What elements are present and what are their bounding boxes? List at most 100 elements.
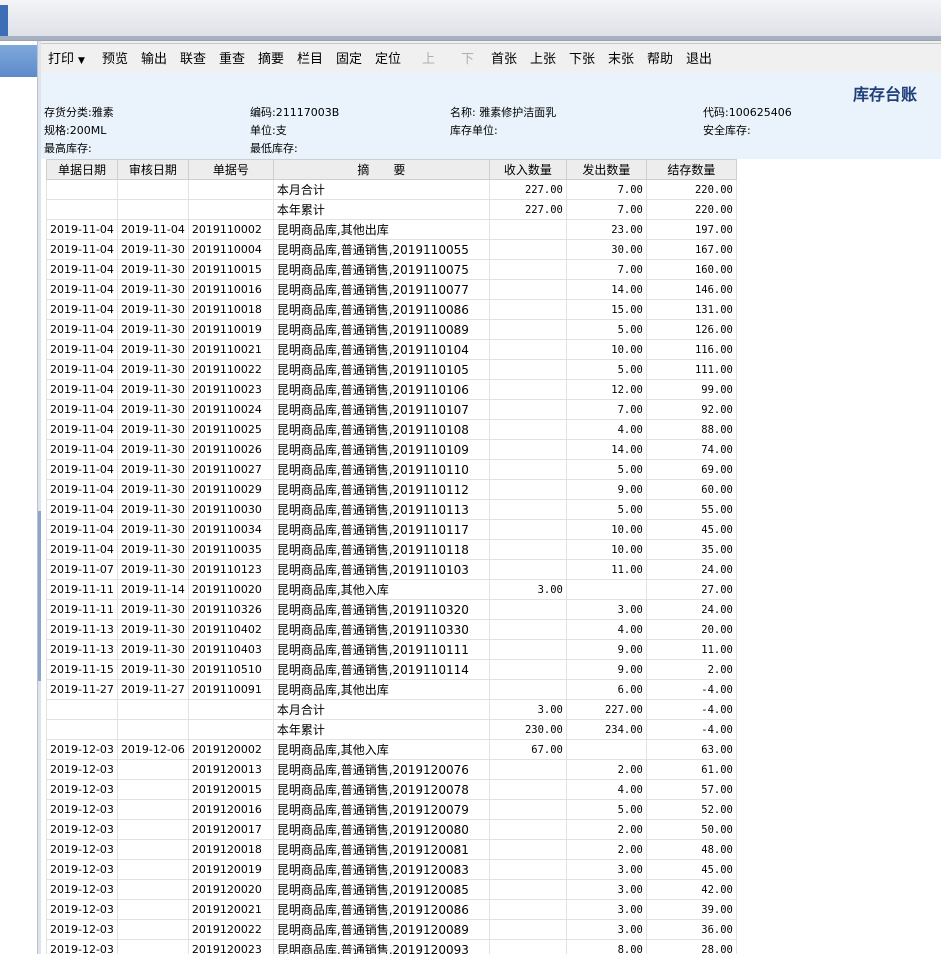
doc-number-cell: 2019120016: [187, 799, 274, 820]
window-titlebar: [0, 0, 941, 41]
balance-qty-cell: 11.00: [645, 639, 737, 660]
column-header-summary[interactable]: 摘 要: [272, 159, 490, 180]
audit-date-cell: 2019-11-30: [116, 279, 189, 300]
table-row[interactable]: 2019-11-13 2019-11-30 2019110402 昆明商品库,普通销售…: [46, 619, 737, 640]
table-row[interactable]: 2019-12-03 2019120020 昆明商品库,普通销售,201912008…: [46, 879, 737, 900]
table-row[interactable]: 2019-11-15 2019-11-30 2019110510 昆明商品库,普通销售…: [46, 659, 737, 680]
doc-date-cell: 2019-12-03: [46, 859, 118, 880]
export-button[interactable]: 输出: [138, 50, 170, 70]
column-header-issued-qty[interactable]: 发出数量: [565, 159, 647, 180]
locate-button[interactable]: 定位: [372, 50, 404, 70]
table-row[interactable]: 2019-11-04 2019-11-30 2019110027 昆明商品库,普通销售…: [46, 459, 737, 480]
table-row[interactable]: 2019-11-04 2019-11-30 2019110030 昆明商品库,普通销售…: [46, 499, 737, 520]
table-row[interactable]: 2019-11-04 2019-11-30 2019110023 昆明商品库,普通销售…: [46, 379, 737, 400]
issued-qty-cell: 9.00: [565, 659, 647, 680]
received-qty-cell: [488, 219, 567, 240]
received-qty-cell: [488, 859, 567, 880]
balance-qty-cell: 167.00: [645, 239, 737, 260]
doc-date-cell: 2019-11-13: [46, 619, 118, 640]
audit-date-cell: 2019-11-27: [116, 679, 189, 700]
table-row[interactable]: 2019-11-13 2019-11-30 2019110403 昆明商品库,普通销售…: [46, 639, 737, 660]
issued-qty-cell: 30.00: [565, 239, 647, 260]
table-row[interactable]: 2019-11-04 2019-11-30 2019110026 昆明商品库,普通销售…: [46, 439, 737, 460]
table-row[interactable]: 2019-12-03 2019120021 昆明商品库,普通销售,201912008…: [46, 899, 737, 920]
table-row[interactable]: 本月合计 227.00 7.00 220.00: [46, 179, 737, 200]
table-row[interactable]: 2019-12-03 2019120017 昆明商品库,普通销售,201912008…: [46, 819, 737, 840]
issued-qty-cell: 11.00: [565, 559, 647, 580]
column-header-balance-qty[interactable]: 结存数量: [645, 159, 737, 180]
summary-button[interactable]: 摘要: [255, 50, 287, 70]
table-row[interactable]: 2019-11-04 2019-11-30 2019110016 昆明商品库,普通销售…: [46, 279, 737, 300]
summary-cell: 昆明商品库,普通销售,2019110055: [272, 239, 490, 260]
app-menu-tab[interactable]: [0, 5, 8, 37]
ledger-grid[interactable]: 单据日期 审核日期 单据号 摘 要 收入数量 发出数量 结存数量 本月合计 227…: [46, 159, 941, 954]
link-query-button[interactable]: 联查: [177, 50, 209, 70]
summary-cell: 昆明商品库,普通销售,2019120093: [272, 939, 490, 954]
column-header-doc-date[interactable]: 单据日期: [46, 159, 118, 180]
table-row[interactable]: 2019-11-04 2019-11-30 2019110025 昆明商品库,普通销售…: [46, 419, 737, 440]
table-row[interactable]: 2019-12-03 2019120015 昆明商品库,普通销售,201912007…: [46, 779, 737, 800]
issued-qty-cell: 9.00: [565, 479, 647, 500]
summary-cell: 本月合计: [272, 699, 490, 720]
table-row[interactable]: 2019-11-07 2019-11-30 2019110123 昆明商品库,普通销售…: [46, 559, 737, 580]
prev-page-button[interactable]: 上张: [527, 50, 559, 70]
table-row[interactable]: 2019-11-04 2019-11-30 2019110004 昆明商品库,普通销售…: [46, 239, 737, 260]
column-header-doc-number[interactable]: 单据号: [187, 159, 274, 180]
table-row[interactable]: 2019-11-04 2019-11-30 2019110018 昆明商品库,普通销售…: [46, 299, 737, 320]
table-row[interactable]: 2019-11-04 2019-11-30 2019110021 昆明商品库,普通销售…: [46, 339, 737, 360]
last-page-button[interactable]: 末张: [605, 50, 637, 70]
table-row[interactable]: 2019-11-04 2019-11-30 2019110015 昆明商品库,普通销售…: [46, 259, 737, 280]
next-page-button[interactable]: 下张: [566, 50, 598, 70]
balance-qty-cell: 61.00: [645, 759, 737, 780]
navigation-panel-header[interactable]: [0, 45, 37, 77]
next-button[interactable]: 下: [458, 50, 477, 70]
previous-button[interactable]: 上: [419, 50, 438, 70]
exit-button[interactable]: 退出: [683, 50, 715, 70]
table-row[interactable]: 本年累计 227.00 7.00 220.00: [46, 199, 737, 220]
table-row[interactable]: 本月合计 3.00 227.00 -4.00: [46, 699, 737, 720]
preview-button[interactable]: 预览: [99, 50, 131, 70]
received-qty-cell: [488, 539, 567, 560]
table-row[interactable]: 2019-11-04 2019-11-30 2019110019 昆明商品库,普通销售…: [46, 319, 737, 340]
summary-cell: 昆明商品库,普通销售,2019110114: [272, 659, 490, 680]
table-row[interactable]: 2019-12-03 2019120019 昆明商品库,普通销售,201912008…: [46, 859, 737, 880]
table-row[interactable]: 2019-11-11 2019-11-30 2019110326 昆明商品库,普通销售…: [46, 599, 737, 620]
doc-date-cell: [46, 199, 118, 220]
requery-button[interactable]: 重查: [216, 50, 248, 70]
table-row[interactable]: 2019-11-04 2019-11-30 2019110029 昆明商品库,普通销售…: [46, 479, 737, 500]
table-row[interactable]: 2019-11-04 2019-11-30 2019110034 昆明商品库,普通销售…: [46, 519, 737, 540]
table-row[interactable]: 2019-12-03 2019120018 昆明商品库,普通销售,201912008…: [46, 839, 737, 860]
freeze-button[interactable]: 固定: [333, 50, 365, 70]
print-button[interactable]: 打印 ▼: [45, 50, 88, 70]
table-body: 本月合计 227.00 7.00 220.00 本年累计 227.00 7.00 220.00…: [46, 179, 737, 954]
balance-qty-cell: 146.00: [645, 279, 737, 300]
table-row[interactable]: 2019-11-04 2019-11-04 2019110002 昆明商品库,其他出库…: [46, 219, 737, 240]
ledger-table: 单据日期 审核日期 单据号 摘 要 收入数量 发出数量 结存数量 本月合计 227…: [46, 159, 737, 954]
table-row[interactable]: 2019-11-04 2019-11-30 2019110024 昆明商品库,普通销售…: [46, 399, 737, 420]
table-row[interactable]: 2019-12-03 2019120023 昆明商品库,普通销售,201912009…: [46, 939, 737, 954]
column-header-received-qty[interactable]: 收入数量: [488, 159, 567, 180]
doc-date-cell: 2019-11-04: [46, 519, 118, 540]
column-header-audit-date[interactable]: 审核日期: [116, 159, 189, 180]
table-row[interactable]: 本年累计 230.00 234.00 -4.00: [46, 719, 737, 740]
table-row[interactable]: 2019-12-03 2019120013 昆明商品库,普通销售,201912007…: [46, 759, 737, 780]
table-row[interactable]: 2019-11-11 2019-11-14 2019110020 昆明商品库,其他入库…: [46, 579, 737, 600]
table-row[interactable]: 2019-11-27 2019-11-27 2019110091 昆明商品库,其他出库…: [46, 679, 737, 700]
columns-button[interactable]: 栏目: [294, 50, 326, 70]
table-row[interactable]: 2019-11-04 2019-11-30 2019110022 昆明商品库,普通销售…: [46, 359, 737, 380]
first-page-button[interactable]: 首张: [488, 50, 520, 70]
dropdown-arrow-icon[interactable]: ▼: [78, 56, 85, 66]
table-row[interactable]: 2019-12-03 2019120022 昆明商品库,普通销售,201912008…: [46, 919, 737, 940]
help-button[interactable]: 帮助: [644, 50, 676, 70]
balance-qty-cell: -4.00: [645, 699, 737, 720]
table-row[interactable]: 2019-12-03 2019-12-06 2019120002 昆明商品库,其他入库…: [46, 739, 737, 760]
received-qty-cell: [488, 299, 567, 320]
table-row[interactable]: 2019-11-04 2019-11-30 2019110035 昆明商品库,普通销售…: [46, 539, 737, 560]
issued-qty-cell: 15.00: [565, 299, 647, 320]
issued-qty-cell: 4.00: [565, 619, 647, 640]
received-qty-cell: 3.00: [488, 579, 567, 600]
summary-cell: 昆明商品库,普通销售,2019120076: [272, 759, 490, 780]
received-qty-cell: [488, 319, 567, 340]
summary-cell: 昆明商品库,普通销售,2019110077: [272, 279, 490, 300]
table-row[interactable]: 2019-12-03 2019120016 昆明商品库,普通销售,201912007…: [46, 799, 737, 820]
